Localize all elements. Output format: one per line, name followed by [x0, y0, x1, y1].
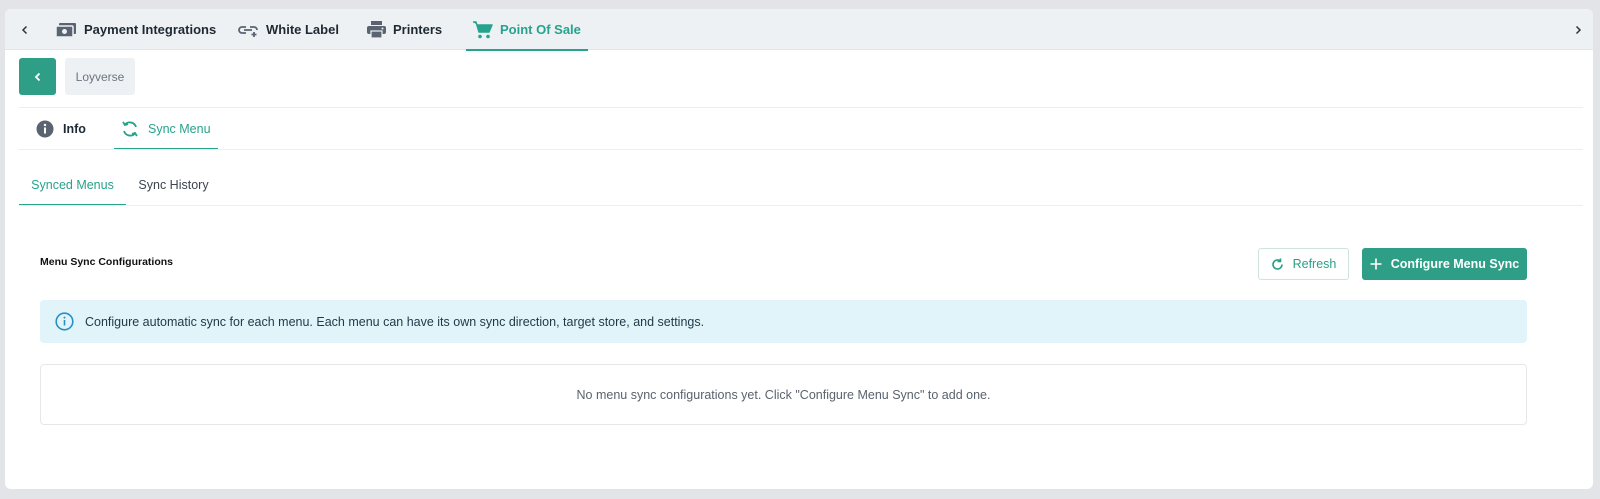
divider [19, 107, 1583, 108]
breadcrumb: Loyverse [65, 58, 135, 95]
tab-label: White Label [266, 22, 339, 37]
tab-sync-history[interactable]: Sync History [132, 164, 215, 206]
link-icon [237, 23, 259, 37]
info-circle-icon [55, 312, 74, 331]
configure-menu-sync-button[interactable]: Configure Menu Sync [1362, 248, 1527, 280]
configure-label: Configure Menu Sync [1390, 257, 1520, 271]
refresh-button[interactable]: Refresh [1258, 248, 1349, 280]
tab-label: Sync Menu [148, 122, 211, 136]
scroll-right-button[interactable] [1566, 9, 1590, 50]
tab-payment-integrations[interactable]: Payment Integrations [55, 9, 216, 50]
chevron-left-icon [21, 25, 28, 34]
plus-icon [1370, 258, 1382, 270]
divider [19, 149, 1583, 150]
printer-icon [367, 21, 386, 38]
app-window: Payment Integrations White Label Printer… [5, 9, 1593, 489]
tab-white-label[interactable]: White Label [237, 9, 339, 50]
tab-label: Info [63, 122, 86, 136]
money-icon [55, 22, 77, 38]
tab-printers[interactable]: Printers [367, 9, 442, 50]
info-banner: Configure automatic sync for each menu. … [40, 300, 1527, 343]
divider [19, 205, 1583, 206]
tab-label: Payment Integrations [84, 22, 217, 37]
tab-point-of-sale[interactable]: Point Of Sale [466, 9, 588, 51]
chevron-right-icon [1575, 25, 1582, 34]
info-icon [36, 120, 54, 138]
section-title: Menu Sync Configurations [40, 256, 174, 268]
back-button[interactable] [19, 58, 56, 95]
tab-label: Point Of Sale [500, 22, 581, 37]
scroll-left-button[interactable] [13, 9, 37, 50]
tab-synced-menus[interactable]: Synced Menus [19, 164, 126, 206]
refresh-label: Refresh [1292, 257, 1337, 271]
empty-state: No menu sync configurations yet. Click "… [40, 364, 1527, 425]
sync-icon [121, 120, 139, 138]
empty-state-text: No menu sync configurations yet. Click "… [576, 387, 991, 402]
top-tab-bar: Payment Integrations White Label Printer… [5, 9, 1593, 51]
cart-icon [473, 20, 493, 39]
tab-label: Printers [393, 22, 443, 37]
info-banner-text: Configure automatic sync for each menu. … [85, 314, 705, 329]
tab-sync-menu[interactable]: Sync Menu [114, 108, 218, 150]
tab-info[interactable]: Info [36, 108, 86, 150]
refresh-icon [1271, 258, 1284, 271]
chevron-left-icon [34, 72, 40, 81]
